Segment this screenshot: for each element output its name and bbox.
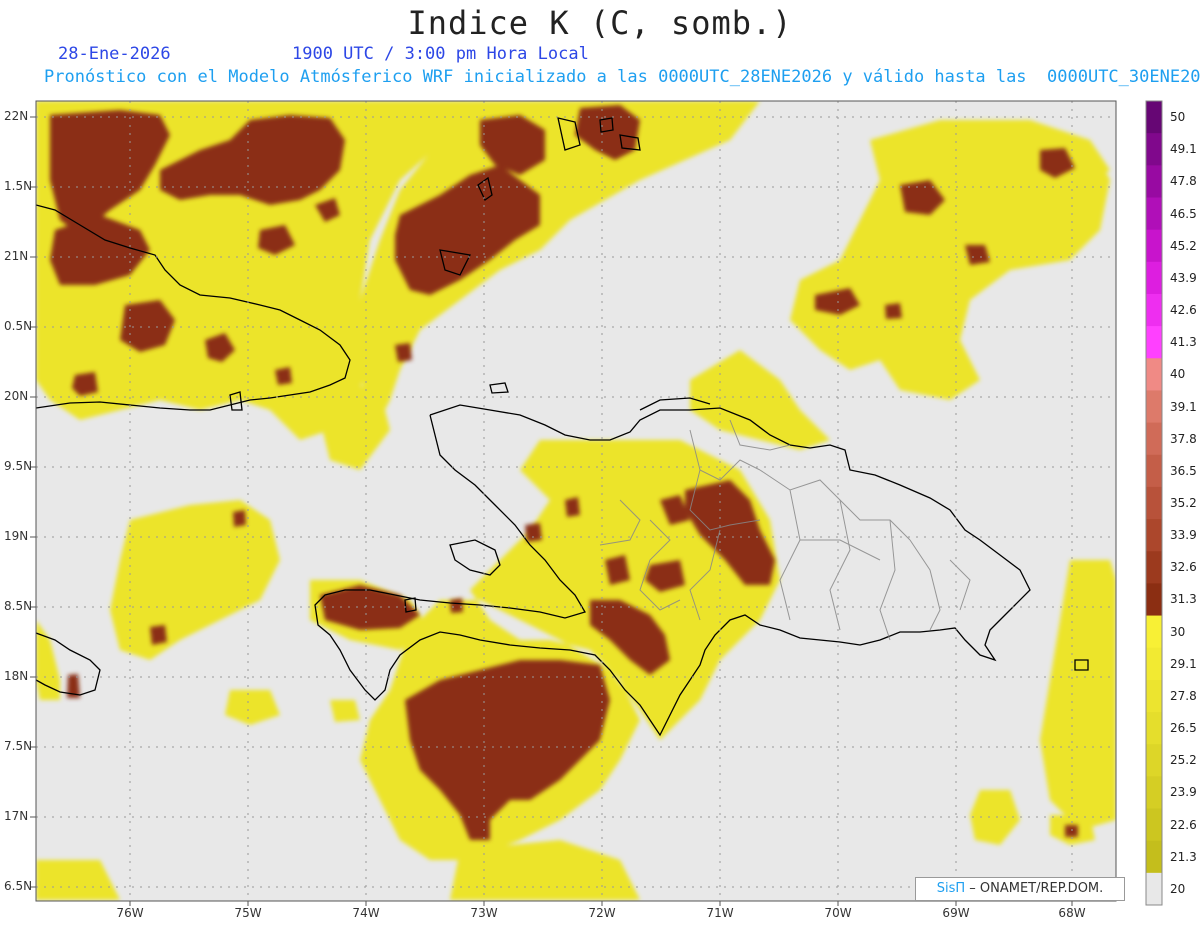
colorbar-swatch [1146, 872, 1162, 906]
colorbar-swatch [1146, 326, 1162, 359]
colorbar-swatch [1146, 390, 1162, 424]
colorbar-label: 32.6 [1170, 560, 1197, 575]
colorbar-swatch [1146, 551, 1162, 584]
lon-label: 70W [824, 906, 852, 920]
colorbar-swatch [1146, 808, 1162, 842]
credit-text: – ONAMET/REP.DOM. [965, 881, 1104, 896]
colorbar-label: 47.8 [1170, 174, 1197, 189]
colorbar-swatch [1146, 454, 1162, 488]
lat-label: 21N [4, 249, 29, 263]
colorbar-label: 31.3 [1170, 592, 1197, 607]
colorbar-label: 21.3 [1170, 849, 1197, 864]
colorbar-swatch [1146, 776, 1162, 810]
colorbar-label: 41.3 [1170, 335, 1197, 350]
colorbar-swatch [1146, 615, 1162, 649]
lon-label: 71W [706, 906, 734, 920]
colorbar-label: 46.5 [1170, 206, 1197, 221]
lat-label: 7.5N [4, 739, 33, 753]
lat-label: 19N [4, 529, 29, 543]
lon-label: 76W [116, 906, 144, 920]
credit-box: SisΠ – ONAMET/REP.DOM. [915, 877, 1125, 901]
lon-label: 74W [352, 906, 380, 920]
lat-label: 0.5N [4, 319, 33, 333]
lon-label: 75W [234, 906, 262, 920]
colorbar-swatch [1146, 583, 1162, 617]
colorbar-swatch [1146, 519, 1162, 552]
lat-label: 8.5N [4, 599, 33, 613]
lat-label: 9.5N [4, 459, 33, 473]
colorbar-label: 33.9 [1170, 528, 1197, 543]
colorbar-label: 20 [1170, 881, 1186, 896]
colorbar-label: 36.5 [1170, 463, 1197, 478]
colorbar-label: 43.9 [1170, 270, 1197, 285]
lon-label: 68W [1058, 906, 1086, 920]
colorbar-label: 23.9 [1170, 785, 1197, 800]
lat-label: 22N [4, 109, 29, 123]
colorbar-swatch [1146, 712, 1162, 745]
brand-logo-text: SisΠ [936, 881, 966, 896]
lon-label: 72W [588, 906, 616, 920]
weather-map [30, 100, 1163, 906]
colorbar-label: 25.2 [1170, 753, 1197, 768]
colorbar [1145, 100, 1163, 906]
colorbar-swatch [1146, 647, 1162, 681]
lon-label: 69W [942, 906, 970, 920]
lat-label: 20N [4, 389, 29, 403]
colorbar-label: 49.1 [1170, 142, 1197, 157]
colorbar-swatch [1146, 197, 1162, 231]
colorbar-swatch [1146, 165, 1162, 198]
lat-label: 1.5N [4, 179, 33, 193]
colorbar-label: 37.8 [1170, 431, 1197, 446]
colorbar-swatch [1146, 358, 1162, 391]
colorbar-swatch [1146, 840, 1162, 874]
colorbar-label: 27.8 [1170, 688, 1197, 703]
colorbar-swatch [1146, 744, 1162, 777]
colorbar-label: 42.6 [1170, 303, 1197, 318]
colorbar-label: 29.1 [1170, 656, 1197, 671]
lat-label: 6.5N [4, 879, 33, 893]
colorbar-swatch [1146, 293, 1162, 327]
colorbar-swatch [1146, 229, 1162, 263]
colorbar-swatch [1146, 486, 1162, 520]
colorbar-swatch [1146, 261, 1162, 295]
colorbar-label: 50 [1170, 110, 1186, 125]
colorbar-swatch [1146, 679, 1162, 713]
colorbar-label: 22.6 [1170, 817, 1197, 832]
colorbar-label: 26.5 [1170, 721, 1197, 736]
colorbar-swatch [1146, 101, 1162, 134]
colorbar-label: 40 [1170, 367, 1186, 382]
lat-label: 17N [4, 809, 29, 823]
colorbar-label: 39.1 [1170, 399, 1197, 414]
colorbar-swatch [1146, 133, 1162, 166]
colorbar-label: 35.2 [1170, 496, 1197, 510]
colorbar-swatch [1146, 422, 1162, 456]
lon-label: 73W [470, 906, 498, 920]
colorbar-label: 45.2 [1170, 238, 1197, 253]
lat-label: 18N [4, 669, 29, 683]
colorbar-label: 30 [1170, 624, 1186, 639]
